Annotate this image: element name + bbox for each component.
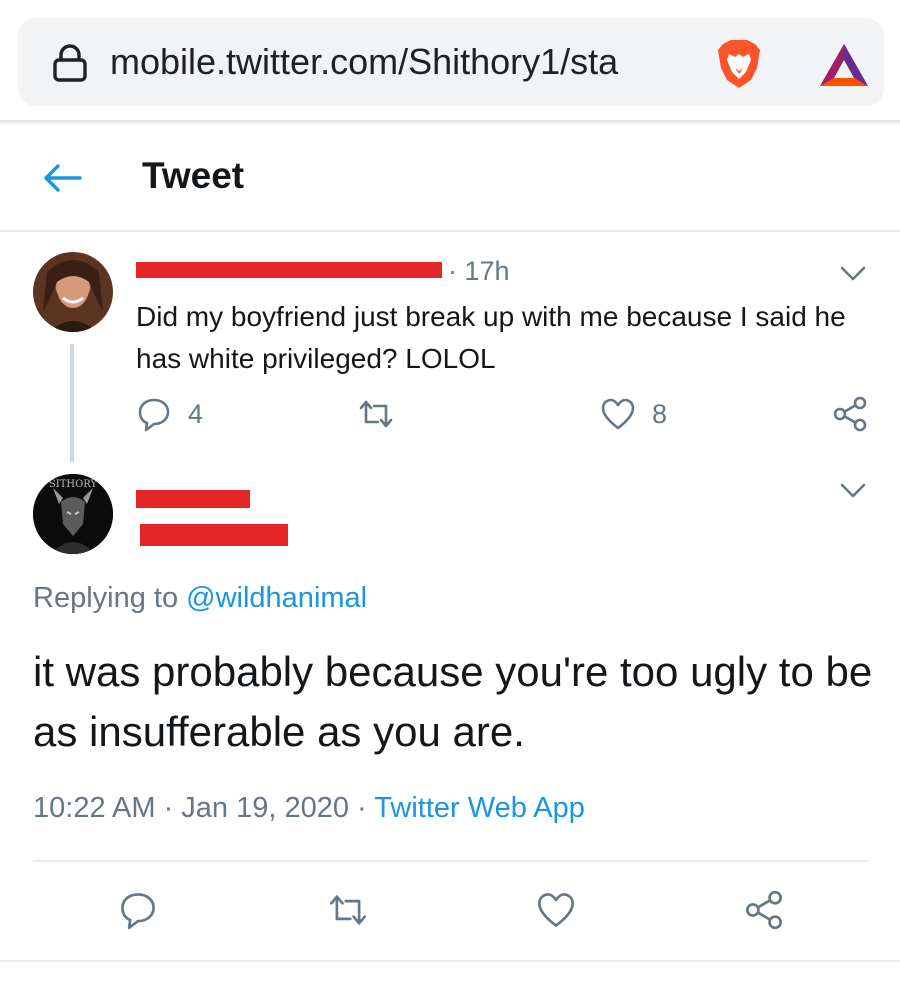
tweet-source-link[interactable]: Twitter Web App: [374, 792, 585, 824]
url-text[interactable]: mobile.twitter.com/Shithory1/sta: [110, 40, 700, 84]
redacted-handle: [140, 524, 288, 546]
redacted-username: [136, 262, 442, 278]
like-icon[interactable]: [536, 890, 576, 930]
retweet-icon: [359, 400, 393, 428]
tweet-header: Tweet: [0, 126, 900, 232]
share-button[interactable]: [832, 396, 868, 432]
bat-triangle-icon[interactable]: [818, 42, 870, 88]
main-tweet-text: it was probably because you're too ugly …: [33, 648, 873, 755]
retweet-button[interactable]: [358, 396, 394, 432]
like-count: 8: [652, 399, 668, 429]
like-button[interactable]: 8: [600, 396, 667, 432]
share-icon[interactable]: [744, 890, 784, 930]
retweet-icon[interactable]: [328, 890, 368, 930]
tweet-time: · 17h: [448, 256, 510, 286]
page-title: Tweet: [142, 155, 245, 196]
tweet-action-bar: [0, 890, 900, 934]
tweet-timestamp[interactable]: 10:22 AM · Jan 19, 2020 ·: [33, 792, 367, 824]
address-bar[interactable]: mobile.twitter.com/Shithory1/sta: [18, 18, 884, 106]
lock-icon: [53, 44, 87, 82]
reply-icon[interactable]: [118, 890, 158, 930]
reply-icon: [138, 398, 170, 432]
profile-photo: SITHORY: [33, 474, 113, 554]
divider: [0, 960, 900, 962]
reply-count: 4: [188, 399, 204, 429]
replying-to: Replying to @wildhanimal: [33, 578, 367, 618]
avatar[interactable]: [33, 252, 113, 332]
like-icon: [601, 398, 635, 430]
avatar-logo-text: SITHORY: [49, 479, 98, 490]
replying-handle-link[interactable]: @wildhanimal: [186, 582, 367, 614]
parent-tweet-text: Did my boyfriend just break up with me b…: [136, 301, 846, 374]
divider: [33, 860, 869, 862]
back-arrow-icon[interactable]: [40, 156, 84, 200]
brave-lion-icon[interactable]: [713, 38, 765, 90]
avatar[interactable]: SITHORY: [33, 474, 113, 554]
share-icon: [833, 396, 867, 432]
thread-connector: [70, 344, 74, 462]
browser-toolbar: mobile.twitter.com/Shithory1/sta: [0, 0, 900, 124]
reply-button[interactable]: 4: [136, 396, 203, 432]
tweet-metadata: 10:22 AM · Jan 19, 2020 · Twitter Web Ap…: [33, 788, 585, 828]
chevron-down-icon[interactable]: [838, 480, 868, 500]
profile-photo: [43, 260, 103, 332]
replying-prefix: Replying to: [33, 582, 179, 614]
redacted-display-name: [136, 490, 250, 508]
chevron-down-icon[interactable]: [838, 263, 868, 283]
